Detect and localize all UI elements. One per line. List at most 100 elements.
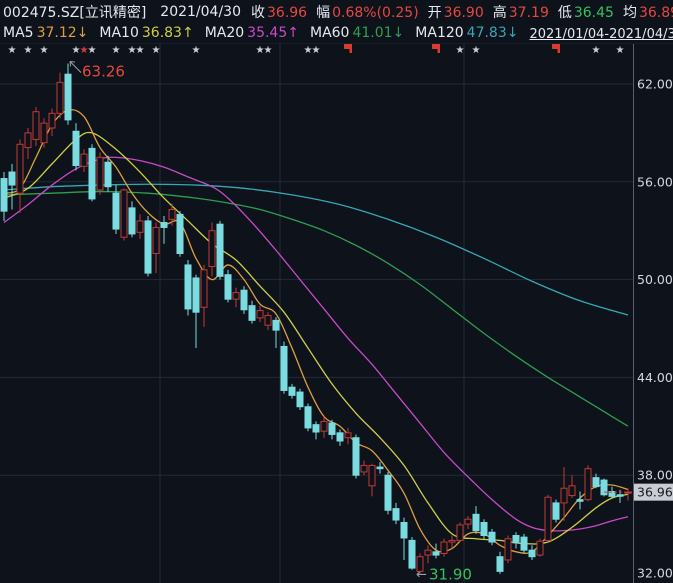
candle-up — [33, 112, 39, 140]
candle-down — [1, 179, 7, 212]
candle-down — [273, 320, 279, 330]
event-star-icon: ★ — [472, 45, 481, 56]
candle-down — [9, 172, 15, 185]
y-axis-tick: 38.00 — [637, 468, 673, 483]
candle-down — [113, 193, 119, 229]
event-star-icon: ★ — [312, 45, 321, 56]
candle-up — [233, 293, 239, 300]
candle-up — [25, 133, 31, 148]
candle-down — [185, 265, 191, 309]
candle-up — [545, 497, 551, 540]
event-star-icon: ★ — [136, 45, 145, 56]
high-annotation-arrow — [70, 61, 81, 72]
ma10-legend: MA1036.83↑ — [99, 25, 193, 41]
candle-down — [337, 433, 343, 441]
candle-down — [65, 74, 71, 120]
candle-down — [89, 148, 95, 199]
last-price-label: 36.96 — [637, 485, 673, 500]
candle-up — [505, 539, 511, 560]
quote-header: 002475.SZ[立讯精密] 2021/04/30 收36.96 幅0.68%… — [3, 2, 673, 22]
candle-up — [17, 144, 23, 193]
event-star-icon: ★ — [88, 45, 97, 56]
candle-down — [241, 290, 247, 310]
candle-down — [577, 500, 583, 502]
event-star-icon: ★ — [152, 45, 161, 56]
event-star-icon: ★ — [8, 45, 17, 56]
candle-down — [377, 467, 383, 469]
candle-down — [481, 522, 487, 535]
quote-field-low: 低36.45 — [558, 2, 614, 22]
candle-down — [393, 509, 399, 520]
candle-down — [225, 275, 231, 299]
candle-down — [217, 224, 223, 276]
kline-chart[interactable]: 62.0056.0050.0044.0038.0032.00★★★★★★★★★★… — [0, 0, 673, 583]
candle-up — [121, 190, 127, 237]
candle-down — [289, 387, 295, 395]
candle-down — [177, 214, 183, 253]
candle-up — [457, 525, 463, 540]
candle-up — [561, 488, 567, 503]
candle-down — [409, 540, 415, 568]
candle-up — [537, 541, 543, 555]
event-star-icon: ★ — [592, 45, 601, 56]
candle-down — [521, 537, 527, 550]
candle-up — [257, 311, 263, 318]
event-star-icon: ★ — [24, 45, 33, 56]
candle-up — [169, 210, 175, 220]
candle-down — [73, 131, 79, 165]
candle-up — [201, 270, 207, 307]
candle-up — [441, 542, 447, 553]
quote-field-close: 收36.96 — [251, 2, 307, 22]
event-flag-icon — [344, 44, 352, 53]
event-red-star-icon: ★ — [80, 45, 89, 56]
candle-up — [97, 157, 103, 190]
candle-down — [129, 208, 135, 234]
event-star-icon: ★ — [192, 45, 201, 56]
candle-up — [369, 465, 375, 485]
ma20-legend: MA2035.45↑ — [205, 25, 299, 41]
quote-date: 2021/04/30 — [160, 4, 241, 20]
candle-down — [329, 423, 335, 434]
y-axis-tick: 32.00 — [637, 566, 673, 581]
candle-down — [105, 162, 111, 186]
ma-legend: MA537.12↓ MA1036.83↑ MA2035.45↑ MA6041.0… — [3, 23, 673, 42]
candle-down — [305, 407, 311, 428]
candle-down — [497, 557, 503, 572]
date-range-selector[interactable]: 2021/01/04-2021/04/30(79日) ▼ — [529, 23, 673, 42]
candle-up — [569, 486, 575, 496]
low-annotation-arrow: ← — [416, 568, 427, 583]
candle-up — [585, 469, 591, 500]
candle-up — [209, 231, 215, 267]
candle-down — [593, 478, 599, 487]
candle-up — [41, 123, 47, 143]
candle-up — [57, 82, 63, 113]
candle-up — [153, 227, 159, 253]
event-star-icon: ★ — [456, 45, 465, 56]
ma60-legend: MA6041.01↓ — [310, 25, 404, 41]
event-star-icon: ★ — [112, 45, 121, 56]
candle-up — [465, 519, 471, 524]
event-star-icon: ★ — [616, 45, 625, 56]
ma120-legend: MA12047.83↓ — [415, 25, 518, 41]
candle-down — [353, 438, 359, 475]
candle-down — [617, 495, 623, 496]
event-flag-icon — [432, 44, 440, 53]
event-star-icon: ★ — [264, 45, 273, 56]
ma5-legend: MA537.12↓ — [3, 25, 88, 41]
candle-up — [321, 421, 327, 431]
date-range-label[interactable]: 2021/01/04-2021/04/30(79日) — [529, 23, 673, 42]
candle-down — [513, 536, 519, 543]
quote-field-change: 幅0.68%(0.25) — [316, 2, 419, 22]
candle-down — [313, 425, 319, 432]
event-flag-icon — [552, 44, 560, 53]
y-axis-tick: 44.00 — [637, 370, 673, 385]
low-annotation: 31.90 — [429, 566, 472, 583]
candle-down — [529, 550, 535, 557]
candle-up — [265, 315, 271, 325]
candle-down — [161, 223, 167, 228]
candle-up — [449, 540, 455, 542]
event-star-icon: ★ — [40, 45, 49, 56]
high-annotation: 63.26 — [82, 62, 125, 80]
candle-up — [137, 221, 143, 232]
ma-line-ma60 — [4, 192, 628, 427]
